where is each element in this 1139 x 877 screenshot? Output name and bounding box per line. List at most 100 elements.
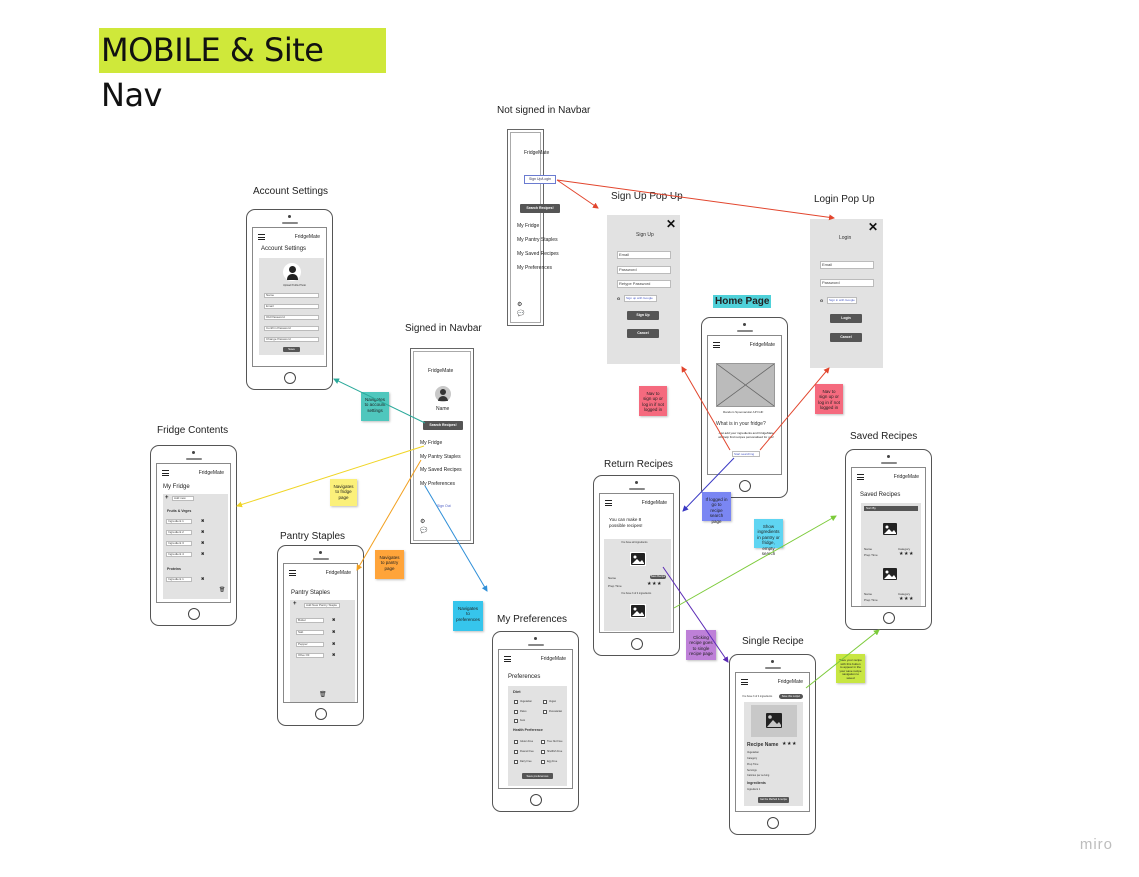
diet-checkbox[interactable] <box>514 719 518 723</box>
confirm-password-field[interactable]: Confirm Password <box>264 326 319 331</box>
retype-password-field[interactable]: Retype Password <box>617 280 671 288</box>
trash-icon[interactable]: 🗑 <box>319 691 327 698</box>
hamburger-menu-icon[interactable] <box>504 656 511 662</box>
diet-checkbox[interactable] <box>543 710 547 714</box>
password-field[interactable]: Password <box>617 266 671 274</box>
chat-icon[interactable]: 💬 <box>517 311 524 317</box>
sort-dropdown[interactable]: Sort By <box>864 506 918 511</box>
image-icon <box>631 553 645 565</box>
phone-home-button <box>314 708 327 720</box>
phone-home-button <box>738 480 751 492</box>
section-proteins: Proteins <box>167 567 182 571</box>
hamburger-menu-icon[interactable] <box>162 470 169 476</box>
nav-item-my-saved-recipes[interactable]: My Saved Recipes <box>420 467 462 473</box>
hamburger-menu-icon[interactable] <box>713 342 720 348</box>
delete-icon[interactable]: ✖ <box>201 552 204 556</box>
get-method-button[interactable]: Get the Method & recipe <box>758 797 789 803</box>
delete-icon[interactable]: ✖ <box>332 642 335 646</box>
add-pantry-staple-input[interactable]: Add New Pantry Staple <box>304 603 340 608</box>
recipe-results-panel: You have all ingredients Name Save Recip… <box>604 539 671 631</box>
google-login-button[interactable]: Sign in with Google <box>827 297 857 304</box>
chat-icon[interactable]: 💬 <box>420 528 427 534</box>
hamburger-menu-icon[interactable] <box>857 474 864 480</box>
delete-icon[interactable]: ✖ <box>201 519 204 523</box>
nav-item-my-preferences[interactable]: My Preferences <box>517 265 552 271</box>
ingredient-item: Ingredient 3 <box>166 541 192 546</box>
health-checkbox[interactable] <box>541 740 545 744</box>
name-field[interactable]: Name <box>264 293 319 298</box>
phone-speaker <box>185 458 202 460</box>
email-field[interactable]: Email <box>820 261 874 269</box>
health-checkbox[interactable] <box>541 750 545 754</box>
phone-home-button <box>529 794 542 806</box>
nav-item-my-fridge[interactable]: My Fridge <box>420 440 442 446</box>
recipe-name-label: Name <box>864 592 873 596</box>
save-button[interactable]: Save <box>283 347 300 352</box>
trash-icon[interactable]: 🗑 <box>219 587 225 593</box>
hamburger-menu-icon[interactable] <box>258 234 265 240</box>
save-preferences-button[interactable]: Save preferences <box>522 773 553 779</box>
delete-icon[interactable]: ✖ <box>332 630 335 634</box>
upload-photo-link[interactable]: Upload Profile Photo <box>283 284 306 287</box>
nav-item-my-fridge[interactable]: My Fridge <box>517 223 539 229</box>
delete-icon[interactable]: ✖ <box>332 653 335 657</box>
health-checkbox[interactable] <box>514 760 518 764</box>
start-searching-button[interactable]: Start searching today <box>732 451 760 457</box>
add-icon[interactable]: + <box>165 495 169 501</box>
login-button[interactable]: Login <box>830 314 862 323</box>
delete-icon[interactable]: ✖ <box>201 577 204 581</box>
recipe-card[interactable] <box>882 567 898 581</box>
recipe-card[interactable] <box>630 552 646 566</box>
add-icon[interactable]: + <box>293 601 297 607</box>
ingredients-match-caption: You have 3 of 4 ingredients <box>742 695 773 698</box>
hamburger-menu-icon[interactable] <box>289 570 296 576</box>
delete-icon[interactable]: ✖ <box>201 530 204 534</box>
search-recipes-button[interactable]: Search Recipes! <box>520 204 560 213</box>
email-field[interactable]: Email <box>617 251 671 259</box>
sign-out-link[interactable]: Sign Out <box>437 504 451 508</box>
recipe-card[interactable] <box>882 522 898 536</box>
sticky-note-signup-login: Nav to sign up or log in if not logged i… <box>815 384 843 414</box>
gear-icon[interactable]: ⚙ <box>517 302 522 308</box>
diet-checkbox[interactable] <box>514 700 518 704</box>
health-checkbox[interactable] <box>514 750 518 754</box>
search-recipes-button[interactable]: Search Recipes! <box>423 421 463 430</box>
avatar[interactable] <box>283 263 301 281</box>
save-recipe-tag[interactable]: Save Recipe <box>650 575 666 579</box>
save-recipe-button[interactable]: Save this recipe! <box>779 694 803 699</box>
google-signup-button[interactable]: Sign up with Google <box>624 295 657 302</box>
old-password-field[interactable]: Old Password <box>264 315 319 320</box>
cancel-button[interactable]: Cancel <box>830 333 862 342</box>
star-rating: ★★★ <box>782 741 797 747</box>
health-checkbox[interactable] <box>541 760 545 764</box>
avatar[interactable] <box>435 386 451 402</box>
sign-up-button[interactable]: Sign Up <box>627 311 659 320</box>
saved-recipes-screen: FridgeMate Saved Recipes Sort By Name Ca… <box>851 467 926 607</box>
diet-checkbox[interactable] <box>514 710 518 714</box>
gear-icon[interactable]: ⚙ <box>420 519 425 525</box>
delete-icon[interactable]: ✖ <box>201 541 204 545</box>
delete-icon[interactable]: ✖ <box>332 618 335 622</box>
password-field[interactable]: Password <box>820 279 874 287</box>
phone-camera <box>771 660 774 663</box>
health-option: Peanut Free <box>520 750 534 753</box>
nav-item-my-preferences[interactable]: My Preferences <box>420 481 455 487</box>
recipe-card[interactable] <box>630 604 646 618</box>
close-icon[interactable]: ✕ <box>868 221 878 233</box>
nav-item-my-saved-recipes[interactable]: My Saved Recipes <box>517 251 559 257</box>
cancel-button[interactable]: Cancel <box>627 329 659 338</box>
add-ingredient-input[interactable]: Add new <box>172 496 194 501</box>
close-icon[interactable]: ✕ <box>666 218 676 230</box>
email-field[interactable]: Email <box>264 304 319 309</box>
nav-item-my-pantry-staples[interactable]: My Pantry Staples <box>517 237 558 243</box>
nav-item-my-pantry-staples[interactable]: My Pantry Staples <box>420 454 461 460</box>
diet-checkbox[interactable] <box>543 700 547 704</box>
pantry-item: Salt <box>296 630 324 635</box>
user-icon <box>289 266 296 273</box>
label-pantry-staples: Pantry Staples <box>280 531 346 542</box>
health-checkbox[interactable] <box>514 740 518 744</box>
hamburger-menu-icon[interactable] <box>605 500 612 506</box>
sign-up-login-button[interactable]: Sign Up/Login <box>524 175 556 184</box>
hamburger-menu-icon[interactable] <box>741 679 748 685</box>
change-password-field[interactable]: Change Password <box>264 337 319 342</box>
